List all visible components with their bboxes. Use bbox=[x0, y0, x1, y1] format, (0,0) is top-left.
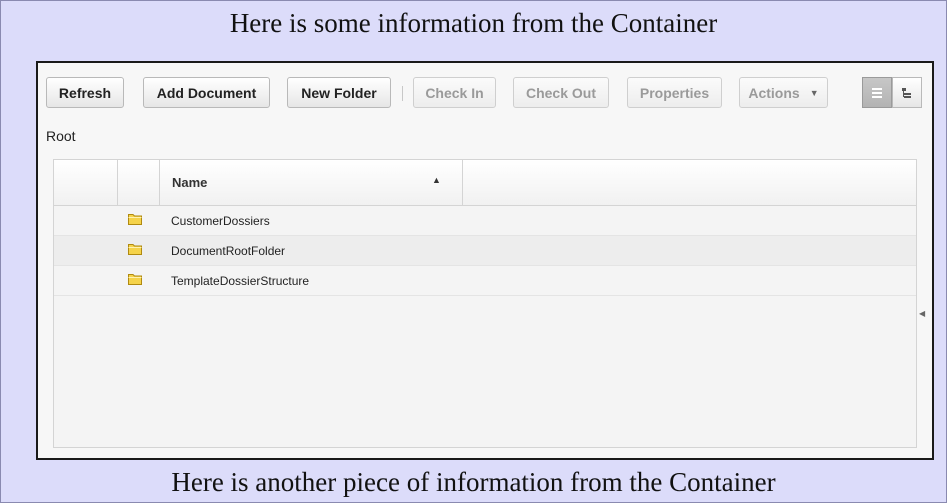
collapse-arrow-icon[interactable]: ◀ bbox=[919, 309, 925, 318]
list-view-icon bbox=[872, 87, 882, 98]
header-select-column[interactable] bbox=[54, 160, 118, 205]
table-row[interactable]: DocumentRootFolder bbox=[54, 236, 916, 266]
folder-icon bbox=[128, 274, 142, 285]
grid-header: Name ▲ bbox=[54, 160, 916, 206]
toolbar-separator bbox=[402, 86, 403, 101]
tree-view-icon bbox=[902, 87, 911, 98]
table-row[interactable]: TemplateDossierStructure bbox=[54, 266, 916, 296]
new-folder-button[interactable]: New Folder bbox=[287, 77, 391, 108]
check-in-button[interactable]: Check In bbox=[413, 77, 496, 108]
header-icon-column[interactable] bbox=[118, 160, 160, 205]
breadcrumb[interactable]: Root bbox=[46, 128, 76, 144]
refresh-button[interactable]: Refresh bbox=[46, 77, 124, 108]
tree-view-toggle[interactable] bbox=[892, 77, 922, 108]
table-row[interactable]: CustomerDossiers bbox=[54, 206, 916, 236]
row-name[interactable]: DocumentRootFolder bbox=[171, 244, 285, 258]
folder-icon bbox=[128, 244, 142, 255]
add-document-button[interactable]: Add Document bbox=[143, 77, 270, 108]
document-browser-panel: Refresh Add Document New Folder Check In… bbox=[36, 61, 934, 460]
document-grid: Name ▲ CustomerDossiers DocumentRootFold… bbox=[53, 159, 917, 448]
container: Here is some information from the Contai… bbox=[0, 0, 947, 503]
list-view-toggle[interactable] bbox=[862, 77, 892, 108]
actions-dropdown[interactable]: Actions ▼ bbox=[739, 77, 828, 108]
column-header-name[interactable]: Name bbox=[172, 175, 207, 190]
container-top-text: Here is some information from the Contai… bbox=[229, 8, 718, 38]
actions-label: Actions bbox=[748, 84, 800, 101]
sort-ascending-icon[interactable]: ▲ bbox=[432, 175, 441, 185]
properties-button[interactable]: Properties bbox=[627, 77, 722, 108]
folder-icon bbox=[128, 214, 142, 225]
chevron-down-icon: ▼ bbox=[809, 87, 819, 98]
row-name[interactable]: CustomerDossiers bbox=[171, 214, 270, 228]
row-name[interactable]: TemplateDossierStructure bbox=[171, 274, 309, 288]
container-bottom-text: Here is another piece of information fro… bbox=[171, 467, 776, 497]
toolbar: Refresh Add Document New Folder Check In… bbox=[46, 77, 926, 110]
check-out-button[interactable]: Check Out bbox=[513, 77, 609, 108]
